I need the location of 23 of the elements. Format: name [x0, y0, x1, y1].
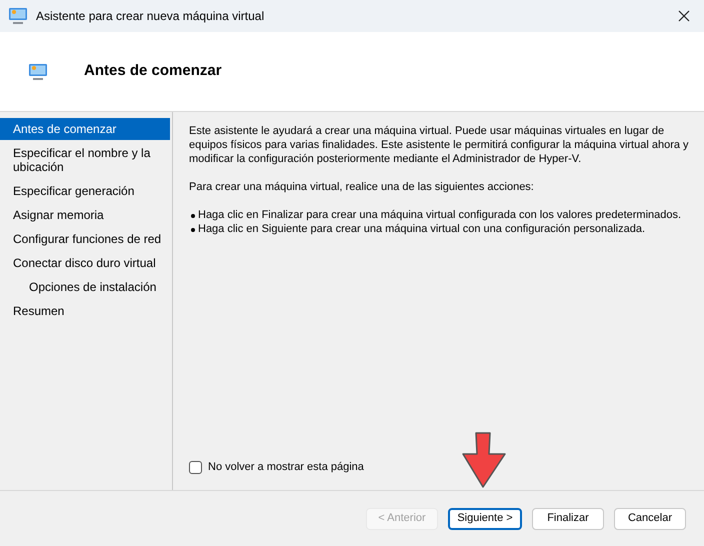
page-heading: Antes de comenzar [84, 61, 222, 82]
wizard-step[interactable]: Antes de comenzar [0, 118, 170, 140]
description-text: Para crear una máquina virtual, realice una de las siguientes acciones: [189, 180, 535, 194]
bullet-text: Haga clic en Finalizar para crear una máquina virtual configurada con los valores predeterminados. [198, 208, 682, 222]
arrow-icon [461, 432, 507, 489]
wizard-step[interactable]: Especificar el nombre y la ubicación [0, 142, 170, 178]
monitor-icon [28, 62, 48, 80]
wizard-step[interactable]: Conectar disco duro virtual [0, 252, 170, 274]
wizard-step[interactable]: Asignar memoria [0, 204, 170, 226]
checkbox-label: No volver a mostrar esta página [208, 460, 364, 474]
wizard-step[interactable]: Especificar generación [0, 180, 170, 202]
wizard-step[interactable]: Opciones de instalación [0, 276, 170, 298]
bullet-text: Haga clic en Siguiente para crear una máquina virtual con una configuración personalizada. [198, 222, 645, 236]
wizard-step[interactable]: Configurar funciones de red [0, 228, 170, 250]
checkbox[interactable] [189, 460, 202, 474]
wizard-step[interactable]: Resumen [0, 300, 170, 322]
wizard-button[interactable]: Siguiente > [448, 508, 522, 530]
monitor-icon [8, 7, 28, 25]
wizard-button[interactable]: Finalizar [532, 508, 604, 530]
description-text: Este asistente le ayudará a crear una máquina virtual. Puede usar máquinas virtuales en lugar de equipos físicos para varias finalidades. Este asistente le permitirá configurar la máquina virtual ahora y modificar la configuración posteriormente mediante el Administrador de Hyper-V. [189, 124, 690, 166]
window-title: Asistente para crear nueva máquina virtual [36, 8, 264, 25]
wizard-button[interactable]: Cancelar [614, 508, 686, 530]
close-icon [678, 10, 690, 22]
